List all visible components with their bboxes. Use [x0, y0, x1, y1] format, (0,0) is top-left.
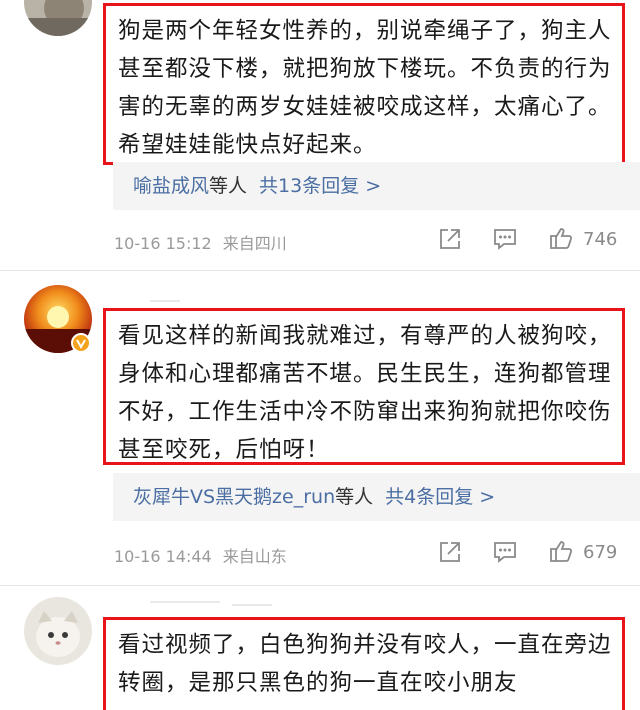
comment-meta: 10-16 14:44 来自山东 [114, 543, 287, 567]
replies-preview[interactable]: 喻盐成风等人 共13条回复 > [113, 162, 640, 210]
thumbs-up-icon[interactable] [548, 538, 574, 564]
comment-location: 来自四川 [222, 234, 287, 253]
comment-text: 看见这样的新闻我就难过，有尊严的人被狗咬，身体和心理都痛苦不堪。民生民生，连狗都… [118, 323, 612, 463]
comment-text: 看过视频了，白色狗狗并没有咬人，一直在旁边转圈，是那只黑色的狗一直在咬小朋友 [118, 632, 612, 696]
reply-count-link[interactable]: 共13条回复 > [259, 175, 381, 197]
share-icon[interactable] [437, 539, 463, 565]
comment-location: 来自山东 [222, 547, 287, 566]
reply-etc-label: 等人 [335, 486, 374, 508]
comment-time: 10-16 15:12 [114, 234, 212, 253]
comment-highlight-box: 看过视频了，白色狗狗并没有咬人，一直在旁边转圈，是那只黑色的狗一直在咬小朋友 [103, 617, 625, 710]
reply-etc-label: 等人 [209, 175, 248, 197]
username-placeholder [232, 604, 272, 606]
comment-icon[interactable] [492, 539, 518, 565]
divider [0, 270, 640, 271]
thumbs-up-icon[interactable] [548, 225, 574, 251]
reply-count-link[interactable]: 共4条回复 > [385, 486, 495, 508]
username-placeholder [150, 601, 220, 603]
comment-highlight-box: 狗是两个年轻女性养的，别说牵绳子了，狗主人甚至都没下楼，就把狗放下楼玩。不负责的… [103, 3, 625, 165]
username-placeholder [150, 300, 180, 302]
avatar[interactable] [24, 597, 92, 665]
reply-usernames[interactable]: 喻盐成风 [133, 175, 209, 197]
replies-preview[interactable]: 灰犀牛VS黑天鹅ze_run等人 共4条回复 > [113, 473, 640, 521]
comment-meta: 10-16 15:12 来自四川 [114, 230, 287, 254]
comment-highlight-box: 看见这样的新闻我就难过，有尊严的人被狗咬，身体和心理都痛苦不堪。民生民生，连狗都… [103, 308, 625, 465]
avatar[interactable] [24, 0, 92, 36]
comment-time: 10-16 14:44 [114, 547, 212, 566]
divider [0, 585, 640, 586]
verified-badge-icon [71, 333, 91, 353]
comment-icon[interactable] [492, 226, 518, 252]
share-icon[interactable] [437, 226, 463, 252]
like-count: 679 [583, 542, 618, 563]
like-count: 746 [583, 229, 618, 250]
reply-usernames[interactable]: 灰犀牛VS黑天鹅ze_run [133, 486, 335, 508]
comment-text: 狗是两个年轻女性养的，别说牵绳子了，狗主人甚至都没下楼，就把狗放下楼玩。不负责的… [118, 18, 612, 158]
